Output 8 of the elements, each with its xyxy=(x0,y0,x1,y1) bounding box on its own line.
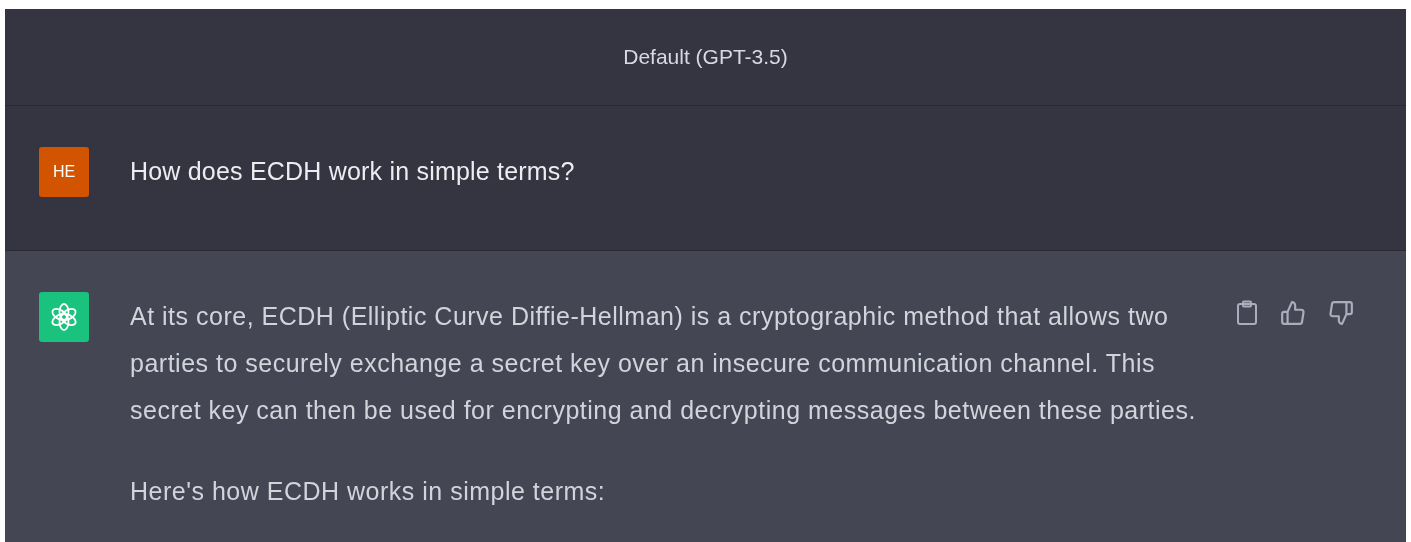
clipboard-icon[interactable] xyxy=(1236,300,1258,326)
message-text: How does ECDH work in simple terms? xyxy=(130,156,576,187)
thumbs-down-icon[interactable] xyxy=(1328,300,1354,326)
thumbs-up-icon[interactable] xyxy=(1280,300,1306,326)
message-text: At its core, ECDH (Elliptic Curve Diffie-Hellman) is a cryptographic method that allows two parties to securely exchange a secret key over an insecure communication channel. This secret key can then be used for encrypting and decrypting messages between these parties. xyxy=(130,301,1197,426)
message-text: Here's how ECDH works in simple terms: xyxy=(130,476,607,507)
model-title: Default (GPT-3.5) xyxy=(623,45,788,69)
user-avatar: HE xyxy=(39,147,89,197)
